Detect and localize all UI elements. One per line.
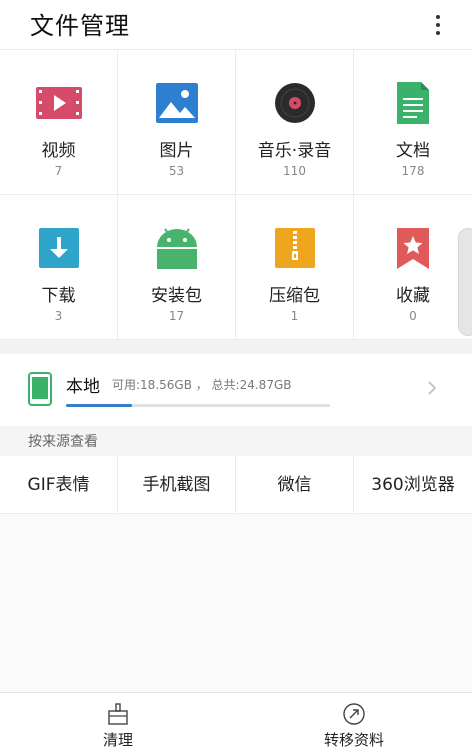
transfer-label: 转移资料 [323, 731, 384, 749]
category-label: 视频 [41, 141, 76, 161]
phone-icon [28, 372, 52, 406]
category-downloads[interactable]: 下载 3 [0, 195, 118, 340]
bottom-toolbar: 清理 转移资料 [0, 692, 472, 756]
category-count: 110 [283, 164, 306, 178]
transfer-button[interactable]: 转移资料 [236, 693, 472, 756]
category-label: 文档 [396, 141, 430, 161]
storage-usage-bar [66, 404, 330, 407]
category-grid: 视频 7 图片 53 音乐·录音 110 文档 178 下载 3 安装包 17 … [0, 50, 472, 340]
source-section-label: 按来源查看 [28, 434, 98, 450]
category-label: 压缩包 [269, 286, 320, 306]
category-apks[interactable]: 安装包 17 [118, 195, 236, 340]
category-count: 178 [401, 164, 425, 178]
category-count: 17 [168, 309, 185, 323]
broom-icon [106, 703, 130, 725]
category-label: 安装包 [151, 286, 202, 306]
category-count: 53 [168, 164, 185, 178]
more-vertical-icon[interactable] [426, 10, 450, 40]
category-images[interactable]: 图片 53 [118, 50, 236, 195]
category-label: 下载 [41, 286, 76, 306]
source-wechat[interactable]: 微信 [236, 456, 354, 514]
source-screenshots[interactable]: 手机截图 [118, 456, 236, 514]
app-header: 文件管理 [0, 0, 472, 50]
category-video[interactable]: 视频 7 [0, 50, 118, 195]
chevron-right-icon [426, 380, 438, 396]
download-icon [35, 227, 83, 269]
storage-usage-fill [66, 404, 132, 407]
category-count: 7 [54, 164, 63, 178]
source-gif[interactable]: GIF表情 [0, 456, 118, 514]
section-divider [0, 340, 472, 354]
storage-capacity: 可用:18.56GB ， 总共:24.87GB [112, 378, 292, 392]
empty-content-area [0, 514, 472, 692]
category-label: 图片 [159, 141, 194, 161]
transfer-arrow-icon [342, 703, 366, 725]
category-label: 音乐·录音 [257, 141, 332, 161]
clean-button[interactable]: 清理 [0, 693, 236, 756]
zip-icon [271, 227, 319, 269]
source-section-header: 按来源查看 [0, 426, 472, 456]
storage-local-row[interactable]: 本地 可用:18.56GB ， 总共:24.87GB [0, 354, 472, 426]
category-count: 0 [409, 309, 417, 323]
clean-label: 清理 [102, 731, 133, 749]
category-documents[interactable]: 文档 178 [354, 50, 472, 195]
source-360-browser[interactable]: 360浏览器 [354, 456, 472, 514]
category-favorites[interactable]: 收藏 0 [354, 195, 472, 340]
category-label: 收藏 [396, 286, 430, 306]
category-count: 1 [290, 309, 299, 323]
category-music[interactable]: 音乐·录音 110 [236, 50, 354, 195]
android-icon [153, 227, 201, 269]
edge-scroll-handle[interactable] [458, 228, 472, 336]
page-title: 文件管理 [30, 12, 130, 40]
bookmark-star-icon [389, 227, 437, 269]
video-icon [35, 82, 83, 124]
music-disc-icon [271, 82, 319, 124]
category-archives[interactable]: 压缩包 1 [236, 195, 354, 340]
storage-name: 本地 [66, 377, 100, 397]
document-icon [389, 82, 437, 124]
source-tabs: GIF表情 手机截图 微信 360浏览器 [0, 456, 472, 514]
image-icon [153, 82, 201, 124]
category-count: 3 [54, 309, 63, 323]
